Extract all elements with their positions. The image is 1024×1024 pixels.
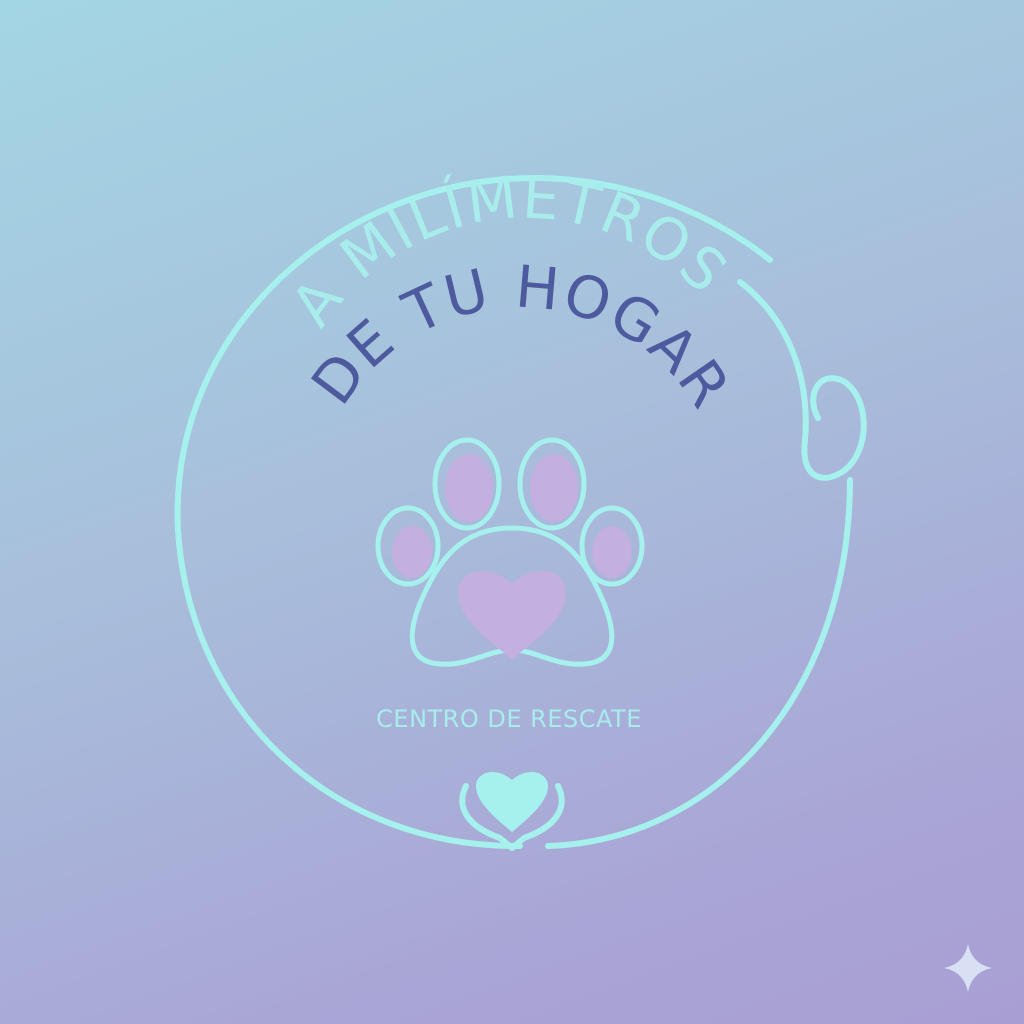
subtitle: CENTRO DE RESCATE — [376, 705, 642, 733]
heart-in-hands-icon — [459, 772, 565, 851]
logo-canvas: A MILÍMETROS DE TU HOGAR CENTRO DE RESCA… — [174, 163, 992, 992]
sparkle-icon — [944, 944, 992, 992]
paw-print-icon — [375, 437, 645, 667]
